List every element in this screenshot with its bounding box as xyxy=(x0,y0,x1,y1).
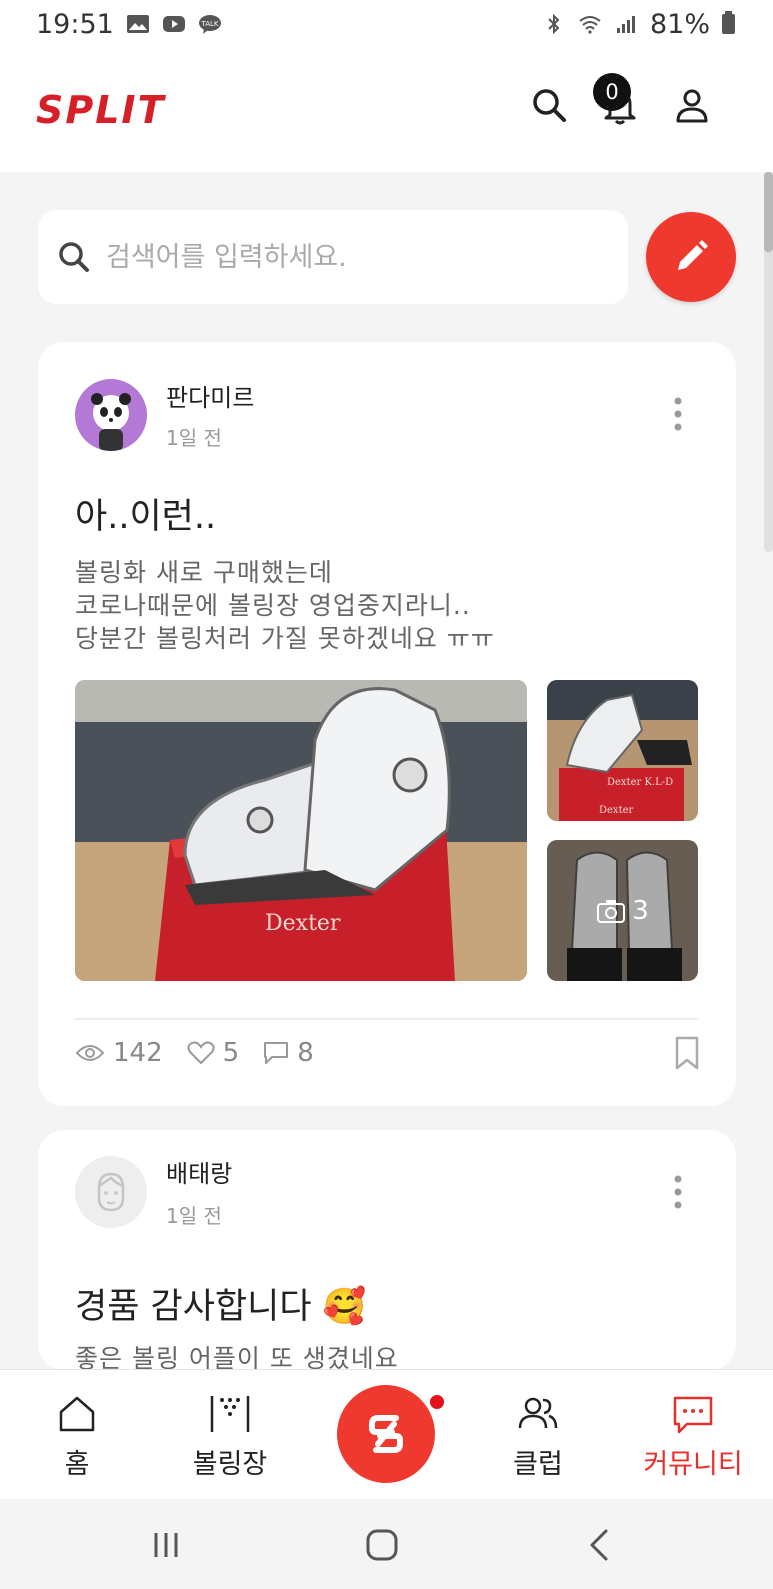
recent-apps-icon[interactable] xyxy=(148,1527,184,1563)
battery-percent: 81% xyxy=(649,8,710,40)
views-count: 142 xyxy=(113,1038,163,1068)
post-body[interactable]: 좋은 볼링 어플이 또 생겼네요 xyxy=(75,1342,399,1370)
gallery-icon xyxy=(126,15,149,33)
pencil-icon xyxy=(678,240,708,270)
home-button-icon[interactable] xyxy=(364,1527,400,1563)
eye-icon xyxy=(75,1045,105,1061)
avatar[interactable] xyxy=(75,379,147,451)
panda-avatar-image xyxy=(91,393,131,451)
post-time: 1일 전 xyxy=(166,426,222,450)
comments-stat[interactable]: 8 xyxy=(263,1038,314,1068)
nav-bowling-label: 볼링장 xyxy=(192,1449,268,1480)
status-time: 19:51 xyxy=(36,8,114,40)
post-body[interactable]: 볼링화 새로 구매했는데 코로나때문에 볼링장 영업중지라니.. 당분간 볼링처… xyxy=(75,556,495,655)
chat-icon xyxy=(673,1396,713,1434)
post-author[interactable]: 배태랑 xyxy=(166,1154,232,1189)
search-icon[interactable] xyxy=(529,85,569,125)
camera-icon xyxy=(597,899,626,923)
wifi-icon xyxy=(579,16,601,34)
talk-icon: TALK xyxy=(198,15,221,34)
comments-count: 8 xyxy=(297,1038,314,1068)
more-options-icon[interactable] xyxy=(674,397,682,431)
users-icon xyxy=(518,1397,558,1429)
search-icon xyxy=(59,242,89,272)
youtube-icon xyxy=(162,16,185,32)
post-photo-more[interactable]: 3 xyxy=(547,840,698,981)
talk-badge-text: TALK xyxy=(200,20,218,28)
heart-icon[interactable] xyxy=(187,1041,215,1065)
nav-community-label: 커뮤니티 xyxy=(643,1449,743,1480)
post-title[interactable]: 아..이런.. xyxy=(75,488,216,539)
more-options-icon[interactable] xyxy=(674,1175,682,1209)
thumb-box-label: Dexter xyxy=(599,805,634,816)
bookmark-icon[interactable] xyxy=(674,1036,700,1070)
photo-count-overlay[interactable]: 3 xyxy=(547,840,698,981)
post-stats: 142 5 8 xyxy=(75,1036,338,1070)
notification-dot xyxy=(430,1395,444,1409)
photo-brand-label: Dexter xyxy=(265,911,341,936)
center-split-button[interactable] xyxy=(337,1385,435,1483)
likes-stat[interactable]: 5 xyxy=(187,1038,240,1068)
post-card[interactable]: 판다미르 1일 전 아..이런.. 볼링화 새로 구매했는데 코로나때문에 볼링… xyxy=(38,342,736,1106)
default-avatar-icon xyxy=(97,1172,125,1212)
search-input[interactable] xyxy=(106,241,576,273)
nav-community[interactable]: 커뮤니티 xyxy=(618,1370,768,1500)
scrollbar[interactable] xyxy=(764,172,773,552)
divider xyxy=(75,1018,698,1020)
post-photo-thumbnail[interactable]: Dexter K.L-D Dexter xyxy=(547,680,698,821)
search-bar[interactable] xyxy=(38,210,628,304)
battery-icon xyxy=(722,11,735,34)
bowling-pins-icon xyxy=(210,1396,250,1432)
nav-home[interactable]: 홈 xyxy=(2,1370,152,1500)
signal-icon xyxy=(616,16,635,33)
bottom-navigation: 홈 볼링장 클럽 커뮤니티 xyxy=(0,1369,773,1499)
back-icon[interactable] xyxy=(582,1527,618,1563)
likes-count: 5 xyxy=(222,1038,240,1068)
app-header: SPLIT 0 xyxy=(0,48,773,172)
notification-badge: 0 xyxy=(593,73,631,111)
system-navigation-bar xyxy=(0,1499,773,1589)
thumb-brand-label: Dexter K.L-D xyxy=(607,777,673,788)
scrollbar-thumb[interactable] xyxy=(764,172,773,252)
post-time: 1일 전 xyxy=(166,1204,222,1228)
user-icon[interactable] xyxy=(672,85,712,125)
post-title[interactable]: 경품 감사합니다 🥰 xyxy=(75,1278,366,1329)
status-bar: 19:51 TALK 81% xyxy=(0,0,773,48)
split-logo-icon xyxy=(369,1415,403,1453)
nav-bowling-alley[interactable]: 볼링장 xyxy=(155,1370,305,1500)
bluetooth-icon xyxy=(548,14,560,34)
views-stat: 142 xyxy=(75,1038,163,1068)
nav-club-label: 클럽 xyxy=(513,1449,563,1480)
post-card[interactable]: 배태랑 1일 전 경품 감사합니다 🥰 좋은 볼링 어플이 또 생겼네요 xyxy=(38,1130,736,1370)
shoes-box-photo: Dexter K.L-D Dexter xyxy=(547,680,698,821)
post-photo-main[interactable]: Dexter xyxy=(75,680,527,981)
post-author[interactable]: 판다미르 xyxy=(166,378,254,413)
write-post-button[interactable] xyxy=(646,212,736,302)
nav-home-label: 홈 xyxy=(64,1449,90,1480)
photo-count-text: 3 xyxy=(632,895,649,926)
nav-club[interactable]: 클럽 xyxy=(463,1370,613,1500)
comment-icon[interactable] xyxy=(263,1041,289,1065)
avatar[interactable] xyxy=(75,1156,147,1228)
home-icon xyxy=(59,1396,95,1432)
bowling-shoes-photo: Dexter xyxy=(75,680,527,981)
app-logo[interactable]: SPLIT xyxy=(36,88,166,132)
